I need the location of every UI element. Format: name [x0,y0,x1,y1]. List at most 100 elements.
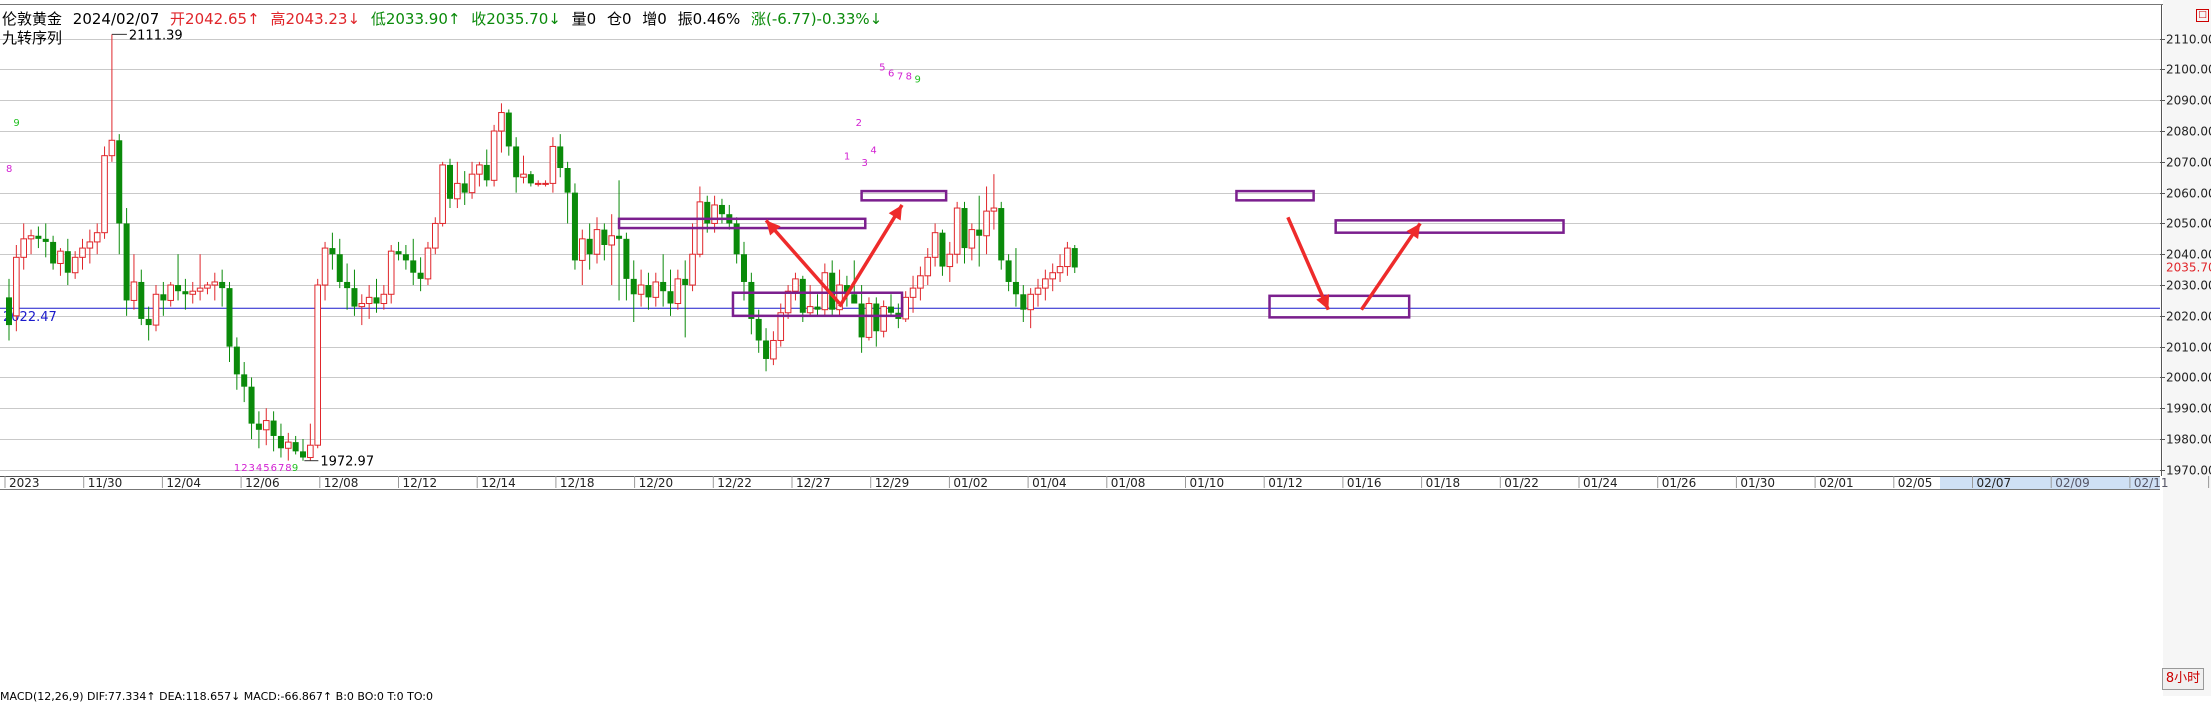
y-tick-label: 2050.00 [2166,217,2211,231]
peak-label: 2111.39 [129,28,183,43]
td-sequence-number: 8 [906,72,912,83]
period-button[interactable]: 8小时 [2162,668,2204,690]
candle-body [35,235,42,239]
x-tick-label: 2023 [9,476,40,490]
candle-body [880,306,887,332]
candle-body [983,210,990,237]
candle-body [784,290,792,314]
candle-body [542,182,549,185]
candle-body [447,164,453,199]
high-price: 高2043.23↓ [270,10,361,28]
td-sequence-number: 5 [263,463,269,474]
x-tick-label: 12/14 [481,476,516,490]
candle-body [71,256,79,274]
candlestick-chart[interactable]: 1970.00 1980.00 1990.00 2000.00 2010.00 2020.… [0,0,2211,696]
candle-body [175,285,182,292]
candle-body [1056,266,1064,274]
candle-body [241,374,248,387]
candle-body [108,139,116,157]
candle-body [483,164,490,181]
chart-canvas[interactable]: 1970.00 1980.00 1990.00 2000.00 2010.00 2020.… [0,0,2211,696]
x-tick-label: 02/01 [1819,476,1854,490]
candle-body [145,318,152,326]
y-tick-label: 1970.00 [2166,464,2211,478]
candle-body [130,281,138,301]
td-sequence-number: 9 [13,118,19,129]
candle-body [1034,287,1042,295]
candle-body [660,281,667,292]
annotation-box [1268,294,1411,319]
candle-body [270,420,277,436]
candle-body [953,207,961,255]
candle-body [549,145,557,184]
open-price: 开2042.65↑ [170,10,260,28]
candle-body [93,232,101,243]
candle-body [402,254,409,261]
y-tick-label: 1980.00 [2166,433,2211,447]
candle-body [277,435,284,449]
candle-body [718,204,725,215]
candle-body [637,284,645,295]
candle-body [689,253,696,286]
candle-body [858,303,865,338]
x-tick-label: 12/18 [560,476,595,490]
quote-info-bar: 伦敦黄金 2024/02/07 开2042.65↑ 高2043.23↓ 低203… [2,8,888,29]
amplitude: 振0.46% [677,10,741,28]
y-tick-label: 2110.00 [2166,33,2211,47]
maximize-icon[interactable]: □ [2196,9,2209,22]
candle-body [167,284,174,301]
macd-values: MACD(12,26,9) DIF:77.334↑ DEA:118.657↓ M… [0,690,434,703]
candle-body [101,155,108,234]
x-tick-label: 12/06 [245,476,280,490]
open-interest: 仓0 [606,10,632,28]
candle-body [86,241,94,249]
td-sequence-number: 2 [241,463,247,474]
candle-body [285,441,292,449]
annotation-box [1235,189,1315,202]
candle-body [226,288,233,347]
td-sequence-number: 6 [271,463,277,474]
candle-body [358,303,366,308]
candle-body [27,235,35,240]
td-sequence-number: 8 [6,164,12,175]
candle-body [968,229,976,249]
candle-body [490,130,498,181]
candle-body [292,442,299,452]
candle-body [6,297,12,326]
candle-body [182,291,189,295]
x-tick-label: 11/30 [88,476,123,490]
trough-label: 1972.97 [320,455,374,470]
candle-body [711,204,718,224]
candle-body [417,272,424,279]
instrument-name: 伦敦黄金 [2,10,63,28]
candle-body [917,275,924,289]
y-tick-label: 2020.00 [2166,310,2211,324]
y-tick-label: 2030.00 [2166,279,2211,293]
annotation-box [1334,219,1565,234]
td-sequence-number: 9 [914,75,920,86]
candle-body [498,112,505,132]
candle-body [748,281,755,319]
x-tick-label: 02/05 [1898,476,1933,490]
candle-body [344,281,351,289]
candle-body [13,256,20,317]
x-tick-label: 12/12 [403,476,438,490]
x-tick-label: 01/10 [1190,476,1225,490]
candle-body [571,192,578,261]
candle-body [351,288,358,307]
candle-body [946,253,954,268]
candle-body [1012,281,1019,295]
x-tick-label: 01/02 [953,476,988,490]
x-tick-label: 12/29 [875,476,910,490]
candle-body [961,208,968,249]
candle-body [652,281,660,298]
x-tick-label: 12/27 [796,476,831,490]
candle-body [439,164,446,224]
candle-body [674,278,682,305]
td-sequence-number: 3 [249,463,255,474]
candle-body [50,241,57,264]
candle-body [645,285,652,298]
candle-body [593,229,601,255]
increase: 增0 [642,10,667,28]
indicator-title: 九转序列 [2,29,63,47]
